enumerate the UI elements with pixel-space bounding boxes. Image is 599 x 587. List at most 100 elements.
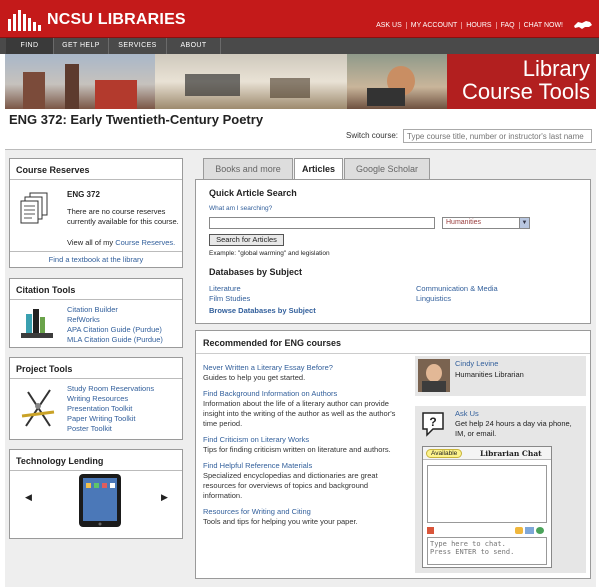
- course-reserves-link[interactable]: Course Reserves.: [115, 238, 175, 247]
- course-reserves-heading: Course Reserves: [10, 159, 182, 180]
- avatar[interactable]: [418, 359, 450, 392]
- presentation-toolkit-link[interactable]: Presentation Toolkit: [67, 404, 154, 414]
- banner: Library Course Tools: [5, 54, 596, 109]
- sound-icon[interactable]: [427, 527, 434, 534]
- citation-links: Citation Builder RefWorks APA Citation G…: [67, 305, 163, 345]
- select-arrow-icon: ▼: [519, 218, 529, 228]
- svg-text:?: ?: [429, 415, 436, 429]
- view-reserves: View all of my Course Reserves.: [67, 238, 175, 247]
- project-links: Study Room Reservations Writing Resource…: [67, 384, 154, 434]
- search-articles-button[interactable]: Search for Articles: [209, 234, 284, 246]
- technology-lending-box: Technology Lending ◀ ▶: [9, 449, 183, 539]
- article-search-input[interactable]: [209, 217, 435, 229]
- books-icon: [21, 309, 53, 338]
- ask-us-card: ? Ask Us Get help 24 hours a day via pho…: [415, 406, 586, 573]
- chat-input[interactable]: [427, 537, 547, 565]
- documents-icon: [20, 192, 48, 224]
- nav-services[interactable]: SERVICES: [109, 38, 167, 54]
- project-tools-box: Project Tools Study Room Reservations Wr…: [9, 357, 183, 440]
- recommended-panel: Recommended for ENG courses Never Writte…: [195, 330, 591, 579]
- rec-item-link[interactable]: Find Background Information on Authors: [203, 389, 407, 399]
- reserves-message: There are no course reserves currently a…: [67, 207, 179, 226]
- banner-title: Library Course Tools: [462, 56, 590, 104]
- banner-photo-campus: [5, 54, 155, 109]
- study-room-link[interactable]: Study Room Reservations: [67, 384, 154, 394]
- brick-logo-icon: [6, 9, 44, 31]
- tab-articles[interactable]: Articles: [294, 158, 343, 180]
- rec-item-link[interactable]: Find Helpful Reference Materials: [203, 461, 407, 471]
- chat-title: Librarian Chat: [480, 449, 542, 458]
- quick-article-search-title: Quick Article Search: [209, 188, 297, 198]
- rec-item-link[interactable]: Never Written a Literary Essay Before?: [203, 363, 407, 373]
- drafting-tools-icon: [21, 389, 55, 427]
- search-example: Example: "global warming" and legislatio…: [209, 250, 330, 257]
- chat-now-link[interactable]: CHAT NOW!: [518, 22, 567, 29]
- recommended-divider: [196, 353, 590, 354]
- ncsu-libraries-logo[interactable]: NCSU LIBRARIES: [6, 6, 186, 34]
- paper-writing-toolkit-link[interactable]: Paper Writing Toolkit: [67, 414, 154, 424]
- tab-books-and-more[interactable]: Books and more: [203, 158, 293, 179]
- ask-us-link[interactable]: ASK US: [372, 22, 406, 29]
- tab-google-scholar[interactable]: Google Scholar: [344, 158, 430, 179]
- course-reserves-box: Course Reserves ENG 372 There are no cou…: [9, 158, 183, 268]
- faq-link[interactable]: FAQ: [495, 22, 519, 29]
- refresh-icon[interactable]: [536, 527, 544, 534]
- list-item: Find Background Information on Authors I…: [203, 389, 407, 429]
- technology-lending-heading: Technology Lending: [10, 450, 182, 471]
- db-film-studies-link[interactable]: Film Studies: [209, 294, 250, 303]
- ipad-icon[interactable]: [78, 473, 122, 528]
- emoticon-icon[interactable]: [515, 527, 523, 534]
- view-reserves-prefix: View all of my: [67, 238, 116, 247]
- citation-tools-heading: Citation Tools: [10, 279, 182, 300]
- chat-status-badge: Available: [426, 449, 463, 458]
- hours-link[interactable]: HOURS: [461, 22, 495, 29]
- db-literature-link[interactable]: Literature: [209, 284, 241, 293]
- carousel-prev-icon[interactable]: ◀: [25, 492, 32, 503]
- question-bubble-icon: ?: [422, 412, 444, 437]
- chat-toolbar: [427, 527, 547, 535]
- subject-selected-value: Humanities: [446, 219, 482, 226]
- poster-toolkit-link[interactable]: Poster Toolkit: [67, 424, 154, 434]
- rec-item-desc: Information about the life of a literary…: [203, 399, 396, 428]
- find-textbook-link[interactable]: Find a textbook at the library: [49, 255, 144, 264]
- subject-select[interactable]: Humanities ▼: [442, 217, 530, 229]
- article-search-panel: Quick Article Search What am I searching…: [195, 179, 591, 324]
- page-title: ENG 372: Early Twentieth-Century Poetry: [9, 112, 264, 127]
- list-item: Resources for Writing and Citing Tools a…: [203, 507, 407, 527]
- banner-title-panel: Library Course Tools: [447, 54, 596, 109]
- refworks-link[interactable]: RefWorks: [67, 315, 163, 325]
- project-tools-heading: Project Tools: [10, 358, 182, 379]
- librarian-name-link[interactable]: Cindy Levine: [455, 359, 498, 368]
- nav-get-help[interactable]: GET HELP: [54, 38, 109, 54]
- what-am-i-searching-link[interactable]: What am I searching?: [209, 205, 272, 212]
- main-nav: FIND GET HELP SERVICES ABOUT: [0, 38, 599, 54]
- nav-about[interactable]: ABOUT: [167, 38, 221, 54]
- nav-find[interactable]: FIND: [6, 38, 54, 54]
- list-item: Find Helpful Reference Materials Special…: [203, 461, 407, 501]
- ask-us-text: Get help 24 hours a day via phone, IM, o…: [455, 419, 572, 438]
- ask-us-link[interactable]: Ask Us: [455, 409, 479, 418]
- utility-links: ASK US MY ACCOUNT HOURS FAQ CHAT NOW!: [372, 22, 567, 29]
- writing-resources-link[interactable]: Writing Resources: [67, 394, 154, 404]
- rec-item-desc: Tools and tips for helping you write you…: [203, 517, 358, 526]
- db-linguistics-link[interactable]: Linguistics: [416, 294, 451, 303]
- reserves-course-code: ENG 372: [67, 190, 100, 199]
- carousel-next-icon[interactable]: ▶: [161, 492, 168, 503]
- chat-log: [427, 465, 547, 523]
- rec-item-link[interactable]: Find Criticism on Literary Works: [203, 435, 407, 445]
- librarian-card: Cindy Levine Humanities Librarian: [415, 356, 586, 396]
- browse-databases-link[interactable]: Browse Databases by Subject: [209, 306, 316, 315]
- rec-item-desc: Guides to help you get started.: [203, 373, 306, 382]
- reserves-footer: Find a textbook at the library: [10, 251, 182, 267]
- my-account-link[interactable]: MY ACCOUNT: [405, 22, 462, 29]
- switch-course-input[interactable]: [403, 129, 592, 143]
- citation-builder-link[interactable]: Citation Builder: [67, 305, 163, 315]
- databases-by-subject-title: Databases by Subject: [209, 267, 303, 277]
- db-communication-media-link[interactable]: Communication & Media: [416, 284, 498, 293]
- mla-guide-link[interactable]: MLA Citation Guide (Purdue): [67, 335, 163, 345]
- rec-item-link[interactable]: Resources for Writing and Citing: [203, 507, 407, 517]
- list-item: Find Criticism on Literary Works Tips fo…: [203, 435, 407, 455]
- banner-photo-laptop: [347, 54, 447, 109]
- apa-guide-link[interactable]: APA Citation Guide (Purdue): [67, 325, 163, 335]
- email-icon[interactable]: [525, 527, 534, 534]
